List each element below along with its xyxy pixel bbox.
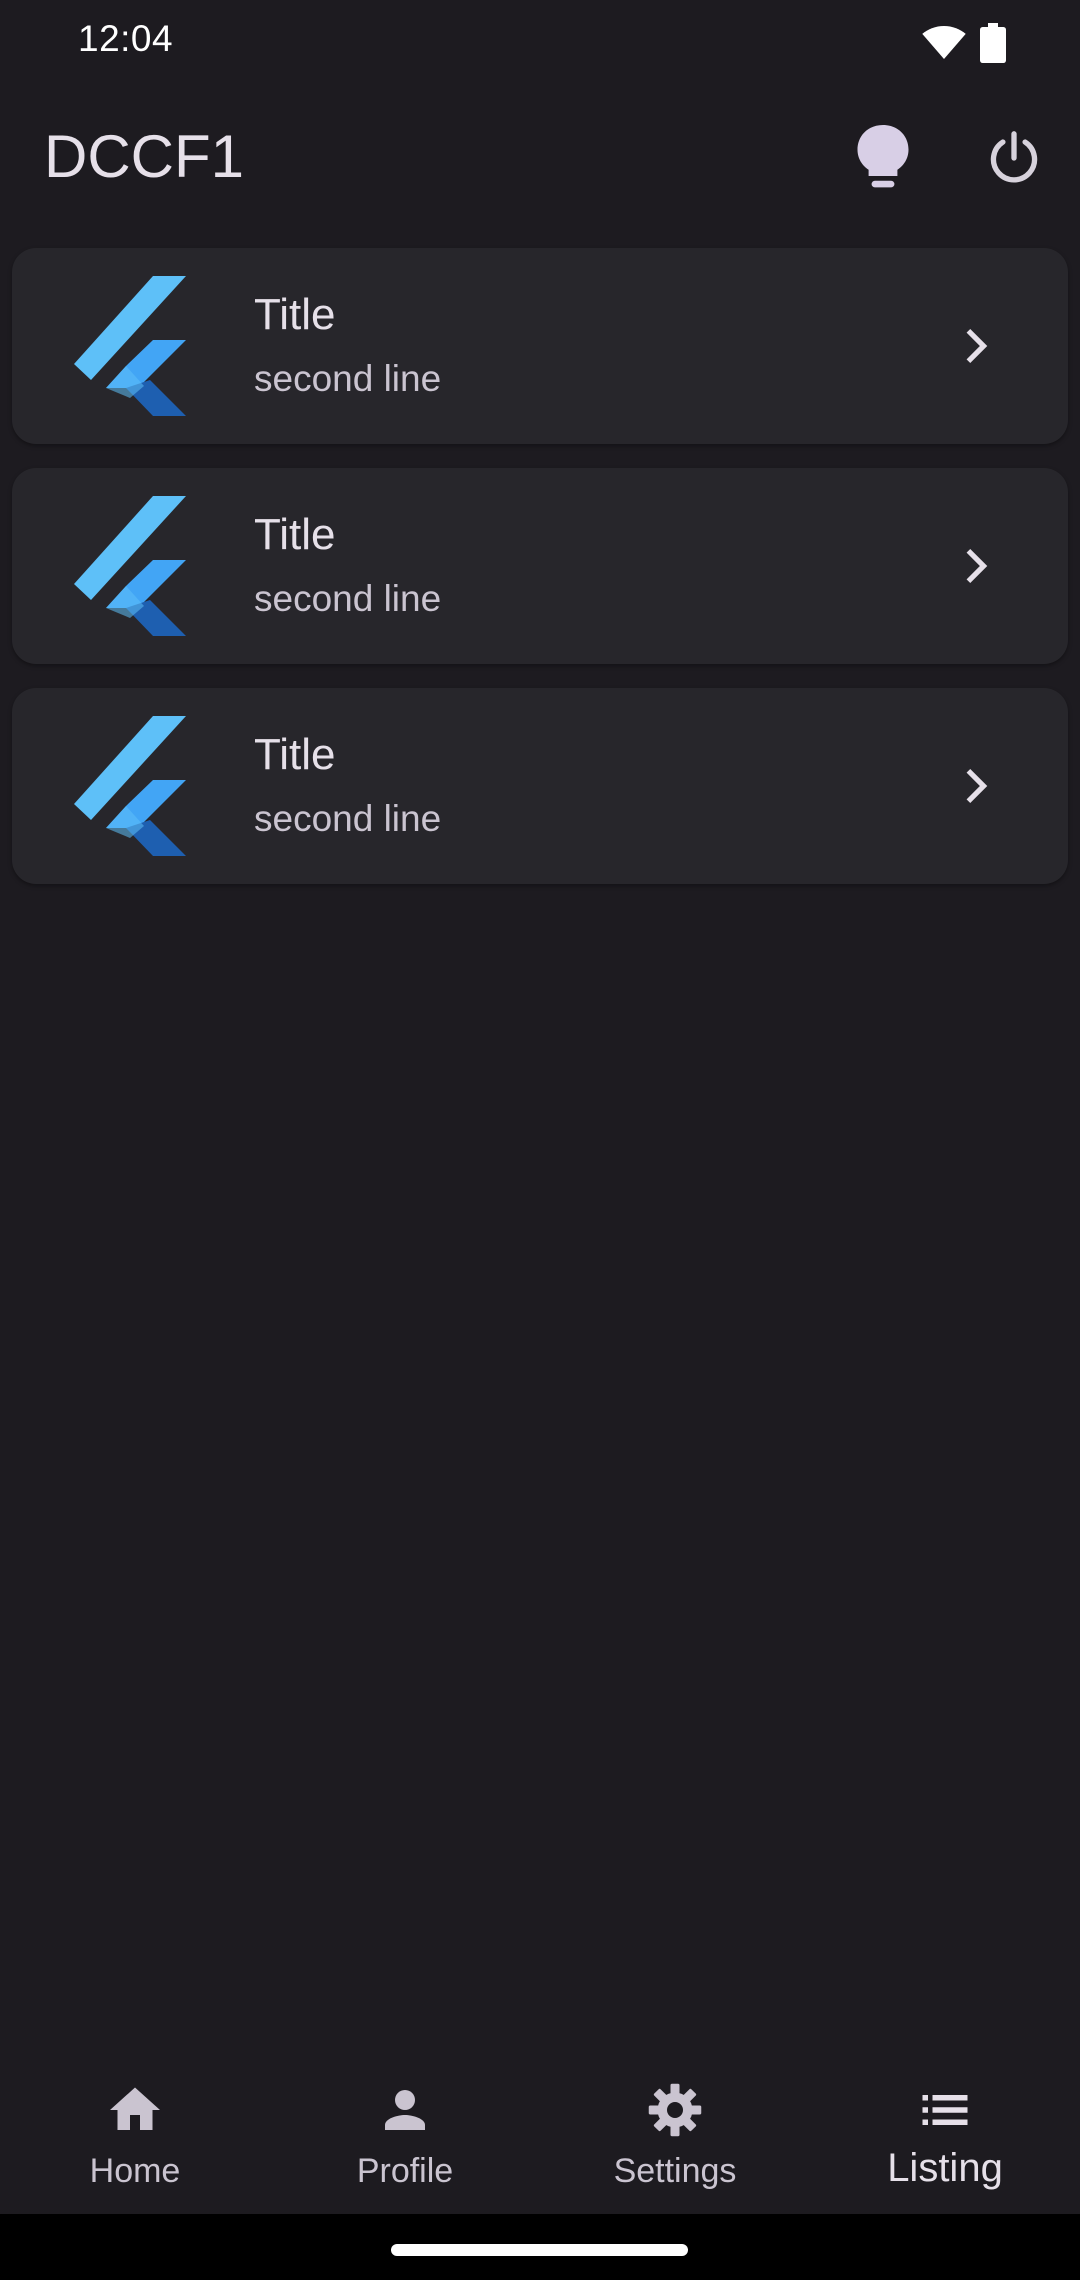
bottom-navigation: Home Profile Settings Listing [0, 2060, 1080, 2214]
power-button[interactable] [966, 110, 1062, 206]
person-icon [385, 2090, 425, 2130]
chevron-right-icon [966, 768, 988, 804]
nav-label-home: Home [89, 2152, 181, 2190]
list-item[interactable]: Title second line [12, 468, 1068, 664]
list-item[interactable]: Title second line [12, 688, 1068, 884]
nav-label-settings: Settings [613, 2152, 737, 2190]
nav-label-listing: Listing [887, 2146, 1003, 2190]
gear-icon [648, 2083, 702, 2137]
nav-item-profile[interactable]: Profile [270, 2060, 540, 2214]
flutter-logo-icon [74, 716, 186, 856]
status-bar: 12:04 [0, 0, 1080, 84]
home-icon [110, 2087, 160, 2130]
battery-icon [980, 23, 1006, 63]
wifi-icon [922, 26, 966, 60]
lightbulb-button[interactable] [835, 110, 931, 206]
app-title: DCCF1 [44, 123, 245, 190]
flutter-logo-icon [74, 276, 186, 416]
chevron-right-icon [966, 328, 988, 364]
app-bar: DCCF1 [0, 84, 1080, 232]
home-gesture-handle[interactable] [391, 2244, 688, 2256]
item-subtitle: second line [254, 798, 442, 839]
item-title: Title [254, 510, 336, 559]
power-icon [990, 131, 1038, 183]
lightbulb-icon [857, 125, 909, 188]
gesture-bar [0, 2214, 1080, 2280]
nav-item-settings[interactable]: Settings [540, 2060, 810, 2214]
list-item[interactable]: Title second line [12, 248, 1068, 444]
status-time: 12:04 [78, 18, 174, 59]
item-title: Title [254, 290, 336, 339]
chevron-right-icon [966, 548, 988, 584]
item-title: Title [254, 730, 336, 779]
item-subtitle: second line [254, 578, 442, 619]
item-subtitle: second line [254, 358, 442, 399]
nav-item-listing[interactable]: Listing [810, 2060, 1080, 2214]
nav-item-home[interactable]: Home [0, 2060, 270, 2214]
nav-label-profile: Profile [356, 2152, 454, 2190]
item-list: Title second line Title second line Titl… [12, 248, 1068, 908]
list-icon [922, 2095, 968, 2125]
flutter-logo-icon [74, 496, 186, 636]
